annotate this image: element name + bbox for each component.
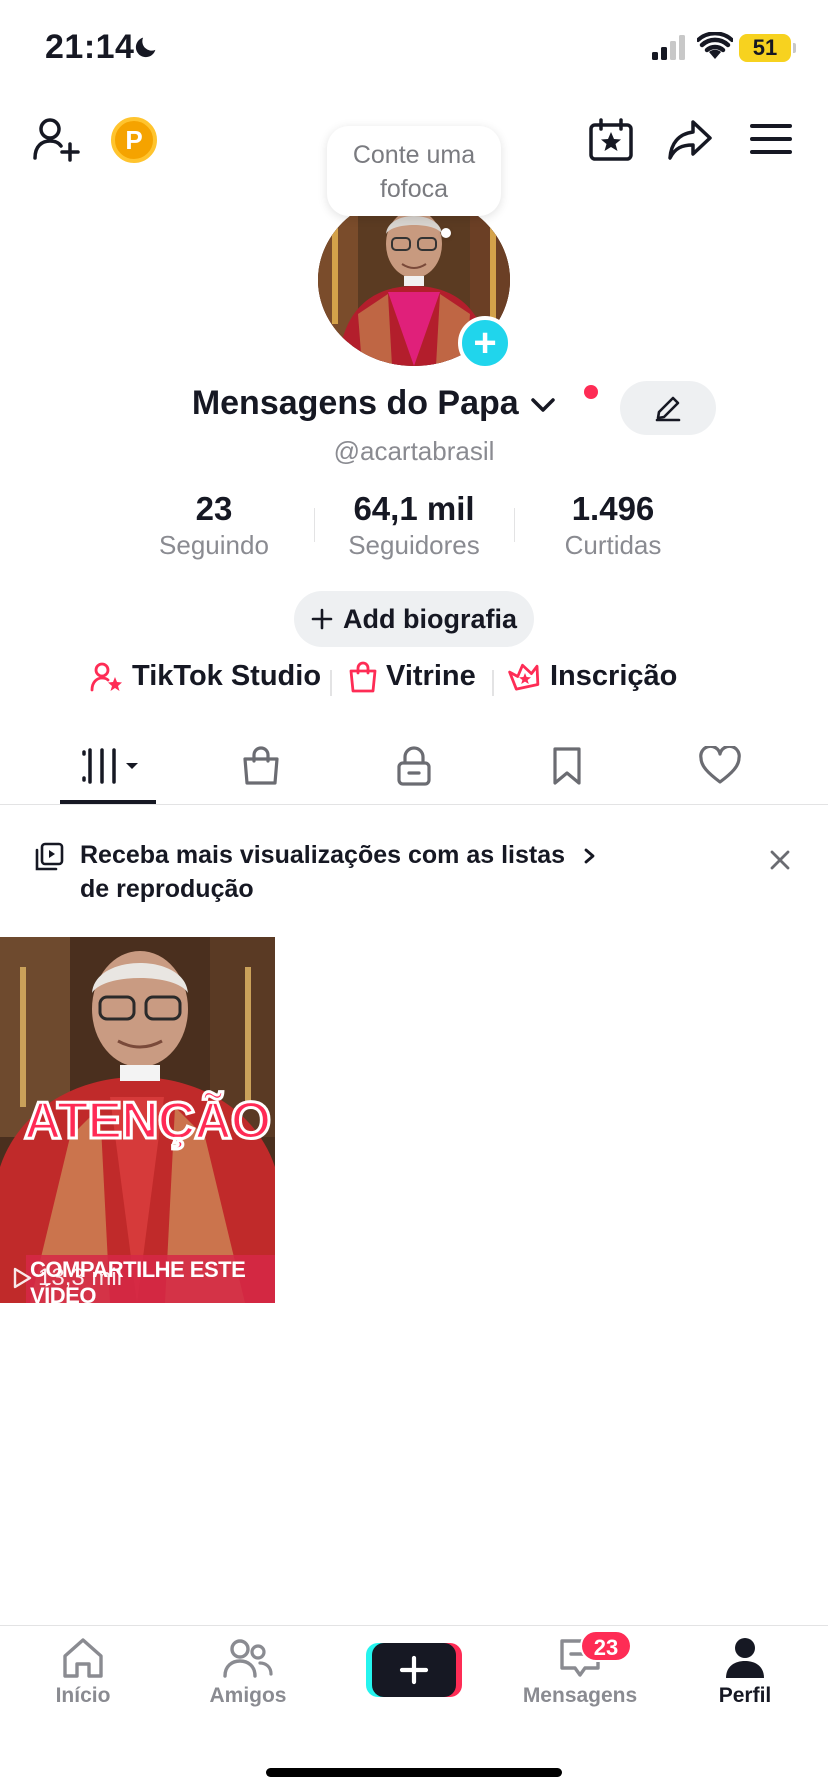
video-views: 13,3 mil bbox=[12, 1264, 122, 1292]
wifi-icon bbox=[697, 32, 733, 59]
playlist-banner-line2: de reprodução bbox=[80, 875, 254, 903]
stat-following-value[interactable]: 23 bbox=[124, 490, 304, 528]
vitrine-link[interactable]: Vitrine bbox=[348, 660, 476, 693]
status-bubble[interactable]: Conte uma fofoca bbox=[327, 126, 501, 216]
battery-cap bbox=[793, 43, 796, 53]
nav-friends[interactable]: Amigos bbox=[173, 1636, 323, 1708]
tiktok-studio-label: TikTok Studio bbox=[132, 660, 322, 692]
nav-profile[interactable]: Perfil bbox=[670, 1636, 820, 1708]
crown-star-icon bbox=[508, 663, 540, 690]
playlist-banner[interactable]: Receba mais visualizações com as listas … bbox=[80, 838, 620, 906]
profile-handle: @acartabrasil bbox=[333, 436, 495, 466]
moon-icon bbox=[135, 37, 156, 58]
stat-likes-value[interactable]: 1.496 bbox=[523, 490, 703, 528]
bookmark-icon bbox=[553, 747, 581, 785]
edit-profile-button[interactable] bbox=[620, 381, 716, 435]
inscricao-link[interactable]: Inscrição bbox=[508, 660, 677, 693]
plus-icon bbox=[311, 608, 333, 630]
chevron-down-icon[interactable] bbox=[530, 395, 556, 415]
nav-messages-label: Mensagens bbox=[522, 1684, 638, 1707]
stat-following-label[interactable]: Seguindo bbox=[124, 530, 304, 561]
bottom-nav-divider bbox=[0, 1625, 828, 1626]
lock-icon bbox=[397, 746, 431, 786]
shopping-bag-icon bbox=[243, 746, 279, 785]
nav-home-label: Início bbox=[55, 1684, 111, 1707]
tab-liked[interactable] bbox=[672, 740, 768, 792]
tab-saved[interactable] bbox=[519, 740, 615, 792]
video-overlay-title: ATENÇÃO bbox=[22, 1091, 272, 1152]
hamburger-menu-icon[interactable] bbox=[750, 122, 792, 156]
playlist-icon bbox=[35, 842, 64, 871]
notification-dot bbox=[584, 385, 598, 399]
stat-followers-label[interactable]: Seguidores bbox=[324, 530, 504, 561]
person-star-icon bbox=[90, 662, 122, 691]
shopping-bag-icon bbox=[349, 661, 377, 692]
stat-likes-label[interactable]: Curtidas bbox=[523, 530, 703, 561]
create-plus-icon bbox=[399, 1655, 429, 1685]
link-separator bbox=[492, 670, 494, 696]
tab-videos[interactable] bbox=[60, 740, 156, 792]
create-button[interactable] bbox=[372, 1643, 456, 1697]
inscricao-label: Inscrição bbox=[550, 660, 678, 692]
stat-followers-value[interactable]: 64,1 mil bbox=[324, 490, 504, 528]
status-time: 21:14 bbox=[45, 28, 135, 66]
nav-profile-label: Perfil bbox=[718, 1684, 772, 1707]
video-thumbnail[interactable]: ATENÇÃO COMPARTILHE ESTE VÍDEO 13,3 mil bbox=[0, 937, 275, 1303]
link-separator bbox=[330, 670, 332, 696]
cellular-signal-icon bbox=[652, 35, 685, 60]
chevron-right-icon bbox=[584, 848, 595, 864]
friends-icon bbox=[223, 1639, 273, 1678]
pencil-icon bbox=[655, 396, 681, 422]
play-icon bbox=[13, 1267, 32, 1289]
home-icon bbox=[63, 1638, 103, 1678]
vitrine-label: Vitrine bbox=[386, 660, 476, 692]
tabs-divider bbox=[0, 804, 828, 805]
person-add-icon[interactable] bbox=[32, 116, 80, 162]
video-views-count: 13,3 mil bbox=[38, 1264, 123, 1291]
person-icon bbox=[726, 1638, 764, 1678]
calendar-star-icon[interactable] bbox=[588, 118, 634, 162]
nav-friends-label: Amigos bbox=[209, 1684, 287, 1707]
close-icon[interactable] bbox=[766, 846, 794, 874]
home-indicator bbox=[266, 1768, 562, 1777]
bubble-text-line1: Conte uma bbox=[352, 141, 476, 169]
tab-shop[interactable] bbox=[213, 740, 309, 792]
add-avatar-button[interactable]: + bbox=[458, 316, 512, 370]
battery-indicator: 51 bbox=[739, 34, 791, 62]
bubble-text-line2: fofoca bbox=[379, 175, 449, 203]
videos-grid-icon bbox=[82, 748, 138, 784]
share-arrow-icon[interactable] bbox=[666, 118, 714, 162]
nav-home[interactable]: Início bbox=[8, 1636, 158, 1708]
coin-p-icon[interactable]: P bbox=[111, 117, 157, 163]
stat-divider bbox=[514, 508, 515, 542]
playlist-banner-line1: Receba mais visualizações com as listas bbox=[80, 841, 565, 869]
bubble-tail bbox=[441, 228, 451, 238]
tab-private[interactable] bbox=[366, 740, 462, 792]
add-bio-button[interactable]: Add biografia bbox=[294, 591, 534, 647]
heart-icon bbox=[699, 746, 741, 784]
stat-divider bbox=[314, 508, 315, 542]
profile-name: Mensagens do Papa bbox=[191, 384, 519, 422]
tiktok-studio-link[interactable]: TikTok Studio bbox=[90, 660, 321, 693]
add-bio-label: Add biografia bbox=[343, 603, 517, 634]
messages-badge: 23 bbox=[580, 1630, 632, 1662]
